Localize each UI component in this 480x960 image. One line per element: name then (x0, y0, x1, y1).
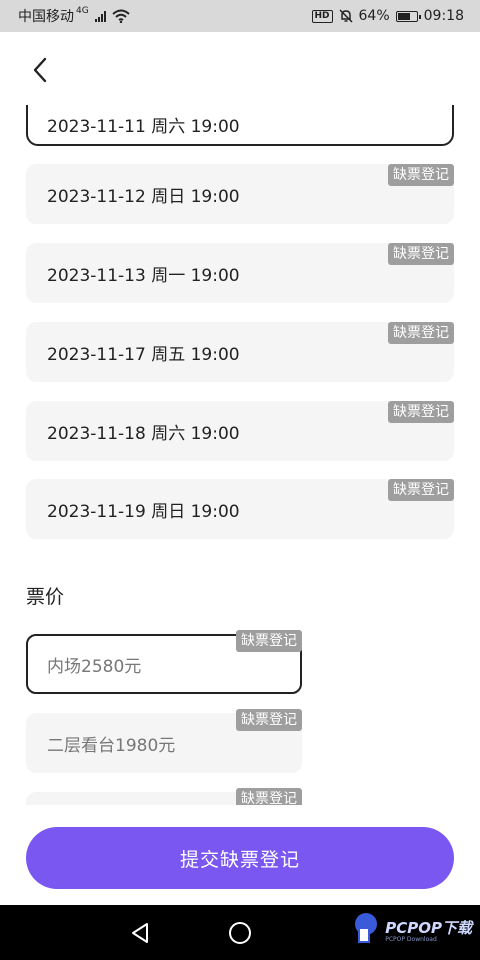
clock: 09:18 (423, 8, 464, 24)
watermark-brand: PCPOP下载 (385, 918, 472, 937)
hd-badge: HD (311, 9, 333, 23)
shortage-register-tag: 缺票登记 (388, 322, 454, 344)
date-label: 2023-11-12 周日 19:00 (47, 186, 240, 207)
shortage-register-tag: 缺票登记 (388, 401, 454, 423)
date-option-3[interactable]: 2023-11-13 周一 19:00 缺票登记 (26, 243, 454, 303)
date-option-2[interactable]: 2023-11-12 周日 19:00 缺票登记 (26, 164, 454, 224)
price-section-title: 票价 (26, 586, 65, 608)
battery-percent: 64% (358, 8, 390, 24)
network-type: 4G (76, 6, 89, 16)
battery-icon (395, 10, 421, 22)
nav-home-button[interactable] (224, 917, 256, 949)
date-option-4[interactable]: 2023-11-17 周五 19:00 缺票登记 (26, 322, 454, 382)
submit-button[interactable]: 提交缺票登记 (26, 827, 454, 889)
content-area[interactable]: 2023-11-11 周六 19:00 2023-11-12 周日 19:00 … (0, 32, 480, 905)
circle-home-icon (229, 921, 251, 944)
mute-bell-icon (338, 9, 353, 23)
triangle-back-icon (132, 922, 148, 943)
date-label: 2023-11-13 周一 19:00 (47, 265, 240, 286)
date-option-6[interactable]: 2023-11-19 周日 19:00 缺票登记 (26, 479, 454, 539)
carrier-name: 中国移动 (18, 9, 74, 25)
chevron-left-icon (33, 57, 47, 83)
date-label: 2023-11-18 周六 19:00 (47, 423, 240, 444)
nav-back-button[interactable] (124, 917, 156, 949)
date-label: 2023-11-19 周日 19:00 (47, 501, 240, 522)
status-left: 中国移动 4G (18, 6, 130, 26)
signal-icon (94, 10, 106, 22)
date-option-5[interactable]: 2023-11-18 周六 19:00 缺票登记 (26, 401, 454, 461)
pcpop-logo-icon (355, 913, 378, 943)
shortage-register-tag: 缺票登记 (388, 479, 454, 501)
shortage-register-tag: 缺票登记 (388, 243, 454, 265)
back-button[interactable] (26, 56, 54, 84)
date-option-1[interactable]: 2023-11-11 周六 19:00 (26, 105, 454, 146)
watermark: PCPOP下载 PCPOP Download (351, 910, 472, 944)
price-label: 二层看台1980元 (47, 735, 176, 756)
date-label: 2023-11-11 周六 19:00 (47, 117, 240, 137)
status-bar: 中国移动 4G HD 64% 09:18 (0, 0, 480, 32)
price-option-1[interactable]: 内场2580元 缺票登记 (26, 630, 302, 694)
date-label: 2023-11-17 周五 19:00 (47, 344, 240, 365)
watermark-sub: PCPOP Download (385, 936, 437, 943)
shortage-register-tag: 缺票登记 (388, 164, 454, 186)
status-right: HD 64% 09:18 (311, 8, 464, 24)
price-label: 内场2580元 (47, 656, 142, 677)
shortage-register-tag: 缺票登记 (236, 630, 302, 652)
wifi-icon (112, 9, 130, 23)
price-option-2[interactable]: 二层看台1980元 缺票登记 (26, 709, 302, 773)
shortage-register-tag: 缺票登记 (236, 709, 302, 731)
